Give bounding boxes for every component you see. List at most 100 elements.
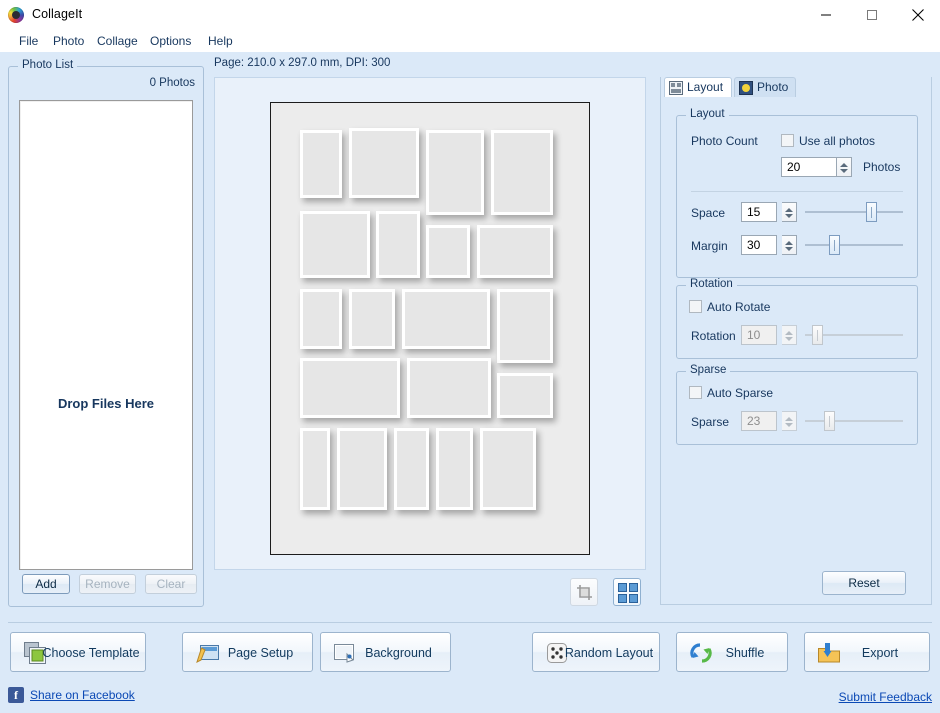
collage-frame-placeholder (439, 431, 470, 507)
collage-frame-placeholder (379, 214, 417, 275)
random-layout-label: Random Layout (564, 646, 654, 660)
collage-frame-placeholder (429, 228, 467, 275)
margin-input[interactable]: 30 (741, 235, 777, 255)
clear-photos-button[interactable]: Clear (145, 574, 197, 594)
collage-frame[interactable] (300, 130, 342, 198)
crop-icon[interactable] (570, 578, 598, 606)
layout-group-title: Layout (686, 108, 729, 120)
rotation-input[interactable]: 10 (741, 325, 777, 345)
layout-group: Layout Photo Count Use all photos 20 Pho… (676, 108, 918, 278)
margin-slider[interactable] (805, 235, 903, 255)
collage-frame[interactable] (497, 373, 553, 418)
collage-frame-placeholder (494, 133, 550, 212)
collage-canvas[interactable] (214, 77, 646, 570)
photo-count-stepper[interactable] (837, 157, 852, 177)
collage-frame-placeholder (500, 376, 550, 415)
space-stepper[interactable] (782, 202, 797, 222)
auto-rotate-checkbox[interactable] (689, 300, 702, 313)
color-wheel-icon (8, 7, 24, 23)
collage-frame-placeholder (500, 292, 550, 360)
page-setup-button[interactable]: Page Setup (182, 632, 313, 672)
collage-frame[interactable] (394, 428, 429, 510)
space-slider[interactable] (805, 202, 903, 222)
collage-frame-placeholder (303, 133, 339, 195)
collage-frame[interactable] (497, 289, 553, 363)
use-all-photos-checkbox[interactable] (781, 134, 794, 147)
drop-files-label: Drop Files Here (57, 396, 155, 411)
collage-frame[interactable] (436, 428, 473, 510)
rotation-slider[interactable] (805, 325, 903, 345)
use-all-photos-label: Use all photos (799, 134, 876, 148)
menu-item-options[interactable]: Options (145, 33, 196, 51)
layout-icon (669, 81, 683, 95)
export-button[interactable]: Export (804, 632, 930, 672)
random-layout-button[interactable]: Random Layout (532, 632, 660, 672)
collage-frame-placeholder (352, 131, 416, 195)
photo-list-panel: Photo List 0 Photos Drop Files Here (8, 59, 204, 607)
maximize-icon[interactable] (849, 0, 894, 30)
toolbar-divider (8, 622, 932, 623)
rotation-group-title: Rotation (686, 278, 737, 290)
window-title: CollageIt (32, 7, 83, 21)
collage-frame[interactable] (426, 225, 470, 278)
collage-frame[interactable] (337, 428, 387, 510)
collage-frame[interactable] (300, 211, 370, 278)
auto-rotate-label: Auto Rotate (707, 300, 771, 314)
sparse-stepper[interactable] (782, 411, 797, 431)
space-input[interactable]: 15 (741, 202, 777, 222)
collage-frame[interactable] (407, 358, 491, 418)
sparse-slider[interactable] (805, 411, 903, 431)
sparse-group: Sparse Auto Sparse Sparse 23 (676, 364, 918, 445)
collage-frame[interactable] (349, 128, 419, 198)
menu-item-help[interactable]: Help (203, 33, 238, 51)
collage-frame-placeholder (410, 361, 488, 415)
photo-drop-area[interactable]: Drop Files Here (19, 100, 193, 570)
collage-frame-placeholder (480, 228, 550, 275)
rotation-stepper[interactable] (782, 325, 797, 345)
collage-frame-placeholder (340, 431, 384, 507)
menu-item-file[interactable]: File (14, 33, 43, 51)
background-label: Background (365, 646, 432, 660)
photo-count-status: 0 Photos (149, 77, 195, 89)
submit-feedback-link[interactable]: Submit Feedback (839, 690, 932, 704)
collage-frame[interactable] (376, 211, 420, 278)
collage-frame[interactable] (300, 428, 330, 510)
collage-frame[interactable] (491, 130, 553, 215)
margin-stepper[interactable] (782, 235, 797, 255)
photo-list-title: Photo List (18, 59, 78, 71)
reset-button[interactable]: Reset (822, 571, 906, 595)
choose-template-label: Choose Template (42, 646, 140, 660)
close-icon[interactable] (895, 0, 940, 30)
tab-photo-label: Photo (757, 80, 789, 94)
facebook-icon: f (8, 687, 24, 703)
page-setup-label: Page Setup (227, 646, 294, 660)
page-sheet (270, 102, 590, 555)
share-on-facebook[interactable]: f Share on Facebook (8, 687, 168, 705)
tab-layout[interactable]: Layout (664, 77, 732, 97)
settings-tabstrip: Layout Photo (660, 77, 932, 97)
collage-frame-placeholder (303, 361, 397, 415)
collage-frame[interactable] (402, 289, 490, 349)
collage-frame[interactable] (480, 428, 536, 510)
collage-frame[interactable] (477, 225, 553, 278)
remove-photo-button[interactable]: Remove (79, 574, 136, 594)
sparse-input[interactable]: 23 (741, 411, 777, 431)
choose-template-button[interactable]: Choose Template (10, 632, 146, 672)
photo-count-input[interactable]: 20 (781, 157, 837, 177)
menu-item-collage[interactable]: Collage (92, 33, 143, 51)
fit-to-screen-icon[interactable] (613, 578, 641, 606)
collage-frame[interactable] (300, 289, 342, 349)
add-photos-button[interactable]: Add (22, 574, 70, 594)
minimize-icon[interactable] (803, 0, 848, 30)
sparse-group-title: Sparse (686, 364, 731, 376)
collage-frame[interactable] (349, 289, 395, 349)
tab-photo[interactable]: Photo (734, 77, 796, 97)
menu-item-photo[interactable]: Photo (48, 33, 89, 51)
shuffle-button[interactable]: Shuffle (676, 632, 788, 672)
collage-frame[interactable] (426, 130, 484, 215)
background-button[interactable]: Background (320, 632, 451, 672)
export-label: Export (861, 646, 899, 660)
collage-frame[interactable] (300, 358, 400, 418)
margin-label: Margin (691, 239, 728, 253)
auto-sparse-checkbox[interactable] (689, 386, 702, 399)
